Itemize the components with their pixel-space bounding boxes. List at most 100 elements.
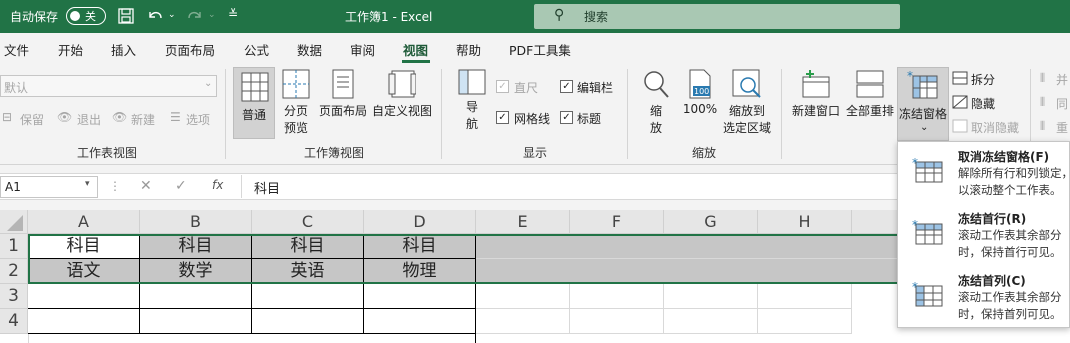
tab-page-layout[interactable]: 页面布局 (165, 40, 215, 59)
navigation-pane-icon (458, 69, 486, 95)
menu-item-freeze-top-row[interactable]: * 冻结首行(R) 滚动工作表其余部分时，保持首行可见。 (898, 204, 1070, 266)
insert-function-button[interactable]: fx (212, 178, 223, 192)
name-box-value: A1 (5, 180, 21, 194)
cell-b4[interactable] (140, 309, 252, 334)
tab-view[interactable]: 视图 (403, 40, 428, 59)
row-header-3[interactable]: 3 (0, 284, 28, 309)
column-header-a[interactable]: A (28, 210, 140, 234)
cell-g3[interactable] (664, 284, 758, 309)
magnifier-icon (644, 71, 669, 98)
zoom-to-selection-button[interactable]: 缩放到 选定区域 (722, 69, 772, 136)
page-break-preview-button[interactable]: 分页 预览 (280, 69, 312, 136)
sync-scroll-button: 同 (1056, 97, 1069, 111)
chevron-down-icon: ⌄ (204, 78, 213, 89)
headings-checkbox[interactable]: ✓ (560, 111, 573, 124)
divider (241, 175, 242, 198)
formula-bar-checkbox[interactable]: ✓ (560, 80, 573, 93)
page-break-label-2: 预览 (283, 121, 308, 135)
formula-input[interactable]: 科目 (254, 178, 280, 197)
freeze-panes-button[interactable]: * 冻结窗格 ⌄ (897, 67, 949, 141)
chevron-down-icon: ⌄ (920, 122, 929, 133)
save-icon[interactable] (118, 8, 134, 24)
new-window-icon (802, 70, 830, 98)
zoom-100-button[interactable]: 100 100% (682, 69, 718, 116)
undo-dropdown-icon[interactable]: ⌄ (168, 10, 176, 20)
column-header-h[interactable]: H (758, 210, 852, 234)
freeze-top-row-icon: * (912, 218, 943, 245)
column-header-c[interactable]: C (252, 210, 364, 234)
gridlines-checkbox[interactable]: ✓ (496, 111, 509, 124)
ruler-checkbox: ✓ (496, 80, 509, 93)
menu-item-freeze-first-column[interactable]: * 冻结首列(C) 滚动工作表其余部分时，保持首列可见。 (898, 266, 1070, 328)
page-layout-button[interactable]: 页面布局 (317, 69, 369, 119)
tab-data[interactable]: 数据 (297, 40, 322, 59)
tab-formulas[interactable]: 公式 (244, 40, 269, 59)
tab-review[interactable]: 审阅 (350, 40, 375, 59)
cell-g4[interactable] (664, 309, 758, 334)
cell-a3[interactable] (28, 284, 140, 309)
new-view-icon: 👁 (112, 110, 128, 124)
cell-h3[interactable] (758, 284, 852, 309)
page-layout-icon (332, 69, 354, 99)
cell-f3[interactable] (570, 284, 664, 309)
select-all-corner[interactable] (0, 210, 28, 234)
freeze-panes-icon: * (907, 70, 938, 99)
cell-c4[interactable] (252, 309, 364, 334)
tab-help[interactable]: 帮助 (456, 40, 481, 59)
row-header-2[interactable]: 2 (0, 259, 28, 284)
hide-button[interactable]: 隐藏 (971, 95, 995, 112)
unfreeze-panes-icon: * (912, 156, 943, 183)
name-box[interactable]: A1 ▾ (0, 176, 98, 198)
cell-a4[interactable] (28, 309, 140, 334)
cell-d4[interactable] (364, 309, 476, 334)
sync-scroll-icon: ⫴ (1040, 95, 1046, 109)
sheet-view-select: 默认 ⌄ (0, 75, 217, 97)
cell-e4[interactable] (476, 309, 570, 334)
row-header-1[interactable]: 1 (0, 234, 28, 259)
svg-text:*: * (907, 70, 913, 83)
column-header-f[interactable]: F (570, 210, 664, 234)
page-break-label-1: 分页 (283, 104, 308, 118)
group-separator (225, 69, 226, 159)
svg-text:*: * (912, 218, 918, 232)
tab-insert[interactable]: 插入 (111, 40, 136, 59)
arrange-all-button[interactable]: 全部重排 (843, 69, 897, 119)
menu-item-unfreeze-panes[interactable]: * 取消冻结窗格(F) 解除所有行和列锁定，以滚动整个工作表。 (898, 142, 1070, 204)
cell-h4[interactable] (758, 309, 852, 334)
tab-home[interactable]: 开始 (58, 40, 83, 59)
customize-quick-access-icon[interactable]: ≚ (228, 7, 238, 21)
normal-view-button[interactable]: 普通 (233, 67, 275, 139)
cell-f4[interactable] (570, 309, 664, 334)
tab-pdf-tools[interactable]: PDF工具集 (509, 40, 571, 59)
new-window-button[interactable]: 新建窗口 (789, 69, 843, 119)
cell-e3[interactable] (476, 284, 570, 309)
column-header-g[interactable]: G (664, 210, 758, 234)
column-header-e[interactable]: E (476, 210, 570, 234)
new-view-button: 新建 (131, 113, 156, 127)
navigation-button[interactable]: 导 航 (456, 69, 488, 132)
reset-position-icon: ⫴ (1040, 119, 1046, 133)
split-button[interactable]: 拆分 (971, 71, 995, 88)
workbook-views-group-label: 工作簿视图 (304, 146, 365, 160)
zoom-button[interactable]: 缩 放 (640, 69, 672, 136)
enter-icon: ✓ (175, 178, 187, 194)
search-box[interactable]: ⚲ 搜索 (534, 4, 900, 29)
row-5-partial (28, 334, 476, 343)
ruler-label: 直尺 (514, 81, 539, 95)
autosave-toggle[interactable]: 关 (66, 7, 106, 25)
undo-icon[interactable] (146, 8, 164, 24)
cell-b3[interactable] (140, 284, 252, 309)
column-header-b[interactable]: B (140, 210, 252, 234)
row-header-4[interactable]: 4 (0, 309, 28, 334)
custom-views-button[interactable]: 自定义视图 (371, 69, 433, 119)
arrange-all-icon (856, 70, 884, 98)
cell-c3[interactable] (252, 284, 364, 309)
keep-view-button: 保留 (20, 113, 45, 127)
cell-d3[interactable] (364, 284, 476, 309)
tab-file[interactable]: 文件 (4, 40, 29, 59)
exit-view-icon: 👁 (57, 110, 73, 124)
redo-icon[interactable] (186, 8, 204, 24)
group-separator (441, 69, 442, 159)
zoom-100-label: 100% (682, 102, 718, 116)
column-header-d[interactable]: D (364, 210, 476, 234)
